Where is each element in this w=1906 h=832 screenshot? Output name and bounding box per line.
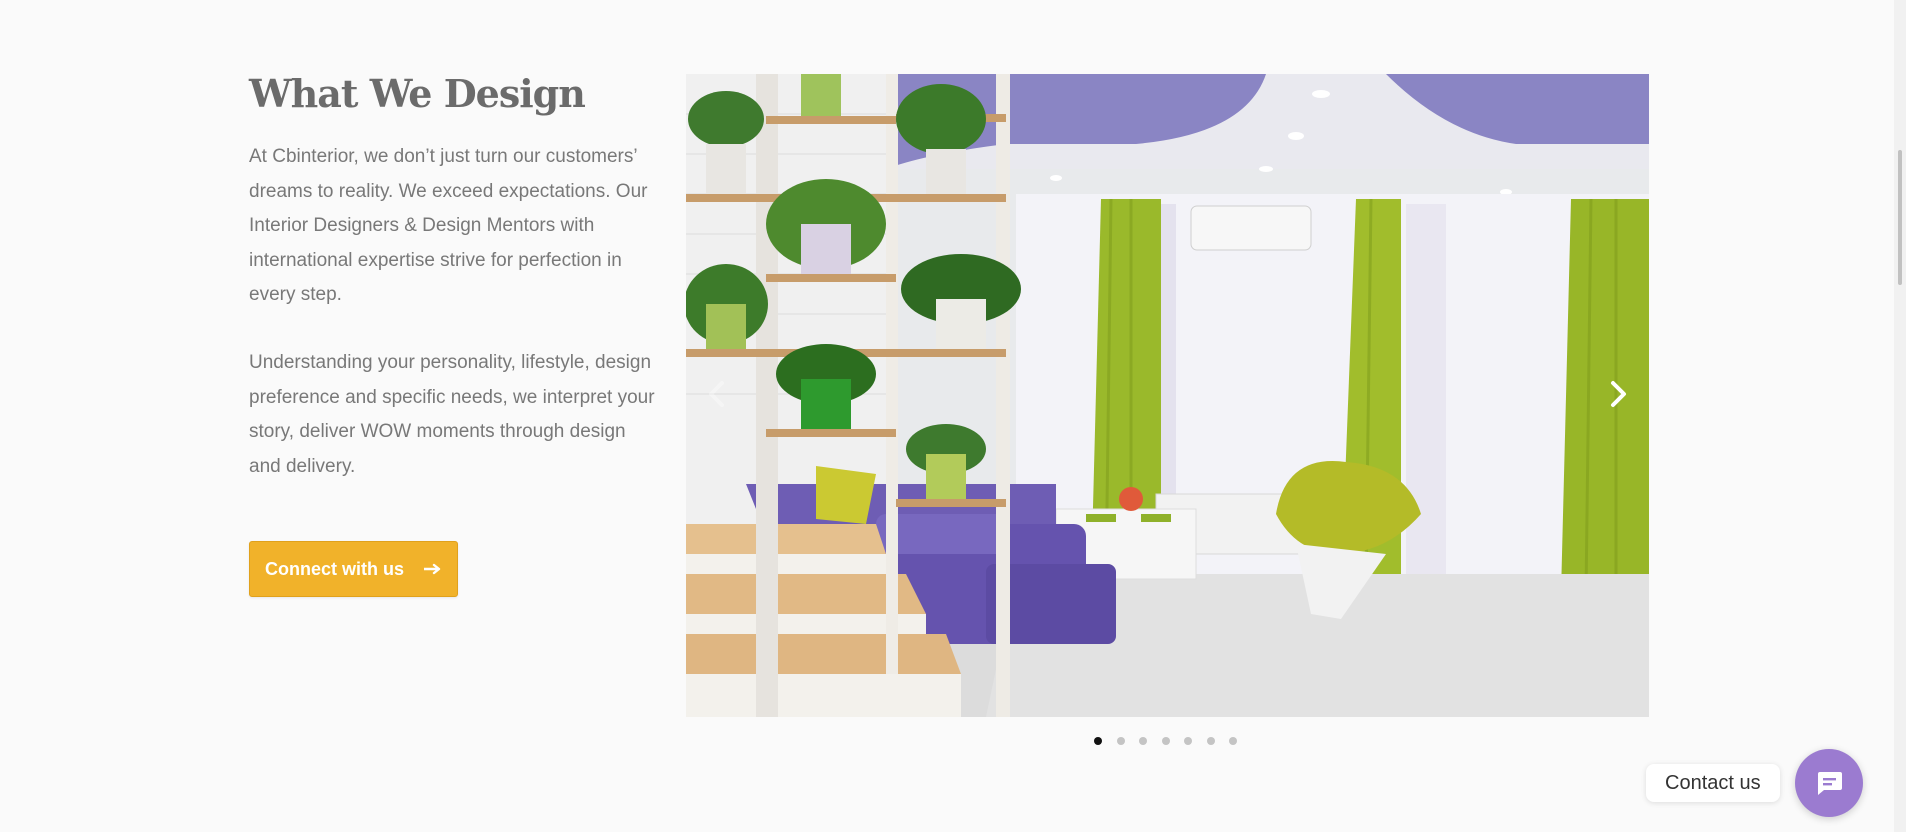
slider-prev-button[interactable] [696,374,736,414]
scrollbar-thumb[interactable] [1898,150,1902,285]
living-room-photo [686,74,1649,717]
slider-dot-3[interactable] [1139,737,1147,745]
section-title: What We Design [249,71,586,116]
slider-next-button[interactable] [1599,374,1639,414]
slider-dot-2[interactable] [1116,737,1125,745]
contact-us-label[interactable]: Contact us [1646,764,1780,802]
intro-paragraph-1: At Cbinterior, we don’t just turn our cu… [249,146,648,306]
intro-paragraph-2: Understanding your personality, lifestyl… [249,351,655,477]
chevron-left-icon [709,381,724,407]
arrow-right-icon [422,559,442,579]
slider-dot-6[interactable] [1206,737,1215,745]
slider-pagination [1094,737,1237,745]
chevron-right-icon [1611,381,1626,407]
slider-dot-1[interactable] [1094,737,1102,745]
connect-with-us-button[interactable]: Connect with us [249,541,458,597]
chat-bubble-icon [1818,772,1842,795]
page-scrollbar[interactable] [1894,0,1906,832]
slider-dot-4[interactable] [1161,737,1170,745]
slider-dot-7[interactable] [1229,737,1237,745]
intro-text-column: What We Design At Cbinterior, we don’t j… [249,66,669,517]
connect-button-label: Connect with us [265,558,404,579]
contact-us-button[interactable] [1795,749,1863,817]
slider-dot-5[interactable] [1184,737,1192,745]
image-slider[interactable] [686,74,1649,717]
